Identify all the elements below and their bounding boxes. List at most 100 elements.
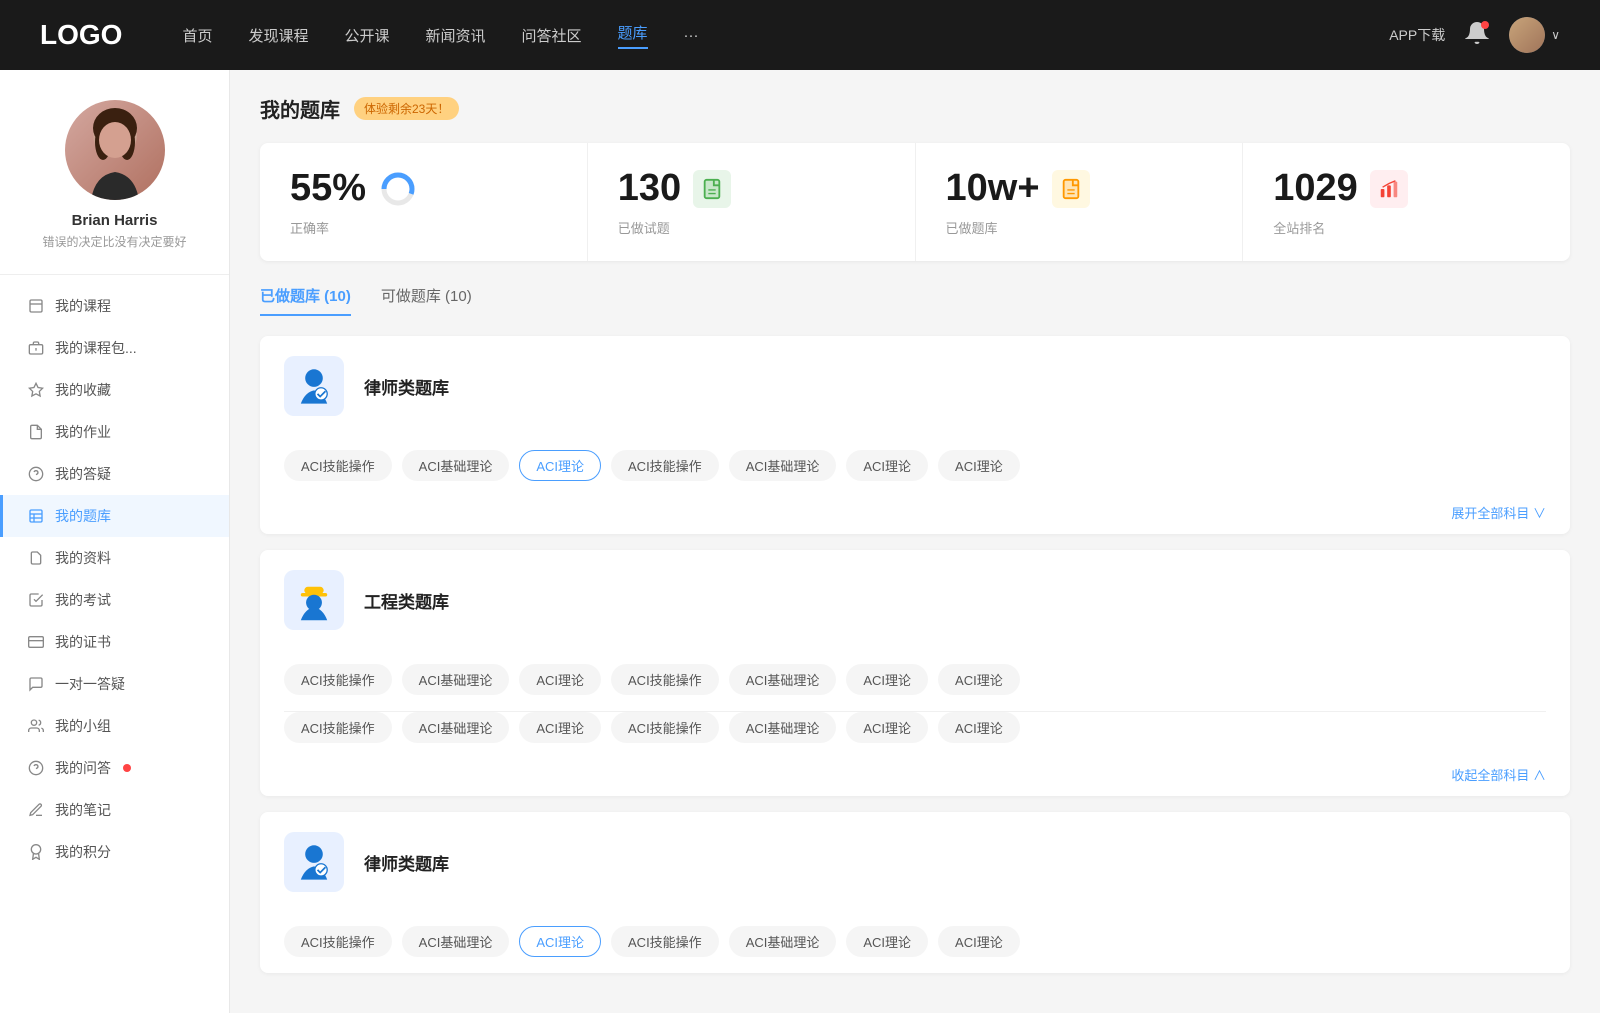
app-download-link[interactable]: APP下载 <box>1389 25 1445 45</box>
sidebar-label-cert: 我的证书 <box>55 632 111 652</box>
nav-link-discover[interactable]: 发现课程 <box>248 25 308 46</box>
tags-row-lawyer-1: ACI技能操作 ACI基础理论 ACI理论 ACI技能操作 ACI基础理论 AC… <box>260 450 1570 497</box>
lawyer-icon-2 <box>284 832 344 892</box>
tag-item-active[interactable]: ACI理论 <box>519 926 601 957</box>
nav-link-home[interactable]: 首页 <box>182 25 212 46</box>
tag-item[interactable]: ACI基础理论 <box>729 664 837 695</box>
tab-done[interactable]: 已做题库 (10) <box>260 285 351 316</box>
tag-item[interactable]: ACI基础理论 <box>729 926 837 957</box>
question-icon <box>27 465 45 483</box>
bank-title-engineer: 工程类题库 <box>364 588 449 613</box>
tag-item[interactable]: ACI基础理论 <box>402 664 510 695</box>
stat-accuracy-label: 正确率 <box>290 218 329 237</box>
collapse-link-engineer[interactable]: 收起全部科目 ∧ <box>260 759 1570 796</box>
stat-done-questions-label: 已做试题 <box>618 218 670 237</box>
sidebar-label-homework: 我的作业 <box>55 422 111 442</box>
tag-item[interactable]: ACI技能操作 <box>284 712 392 743</box>
package-icon <box>27 339 45 357</box>
sidebar-label-points: 我的积分 <box>55 842 111 862</box>
nav-link-more[interactable]: ··· <box>684 27 699 44</box>
chat-icon <box>27 675 45 693</box>
sidebar-item-qa[interactable]: 我的答疑 <box>0 453 229 495</box>
tag-item[interactable]: ACI基础理论 <box>729 450 837 481</box>
points-icon <box>27 843 45 861</box>
sidebar-item-course[interactable]: 我的课程 <box>0 285 229 327</box>
bank-title-lawyer-1: 律师类题库 <box>364 374 449 399</box>
nav-logo: LOGO <box>40 19 122 51</box>
stat-rank-value: 1029 <box>1273 167 1358 210</box>
sidebar-item-materials[interactable]: 我的资料 <box>0 537 229 579</box>
tag-item[interactable]: ACI理论 <box>938 450 1020 481</box>
tag-item[interactable]: ACI基础理论 <box>402 450 510 481</box>
cert-icon <box>27 633 45 651</box>
sidebar-item-points[interactable]: 我的积分 <box>0 831 229 873</box>
tab-available[interactable]: 可做题库 (10) <box>381 285 472 316</box>
avatar <box>65 100 165 200</box>
bank-section-lawyer-1: 律师类题库 ACI技能操作 ACI基础理论 ACI理论 ACI技能操作 ACI基… <box>260 336 1570 534</box>
group-icon <box>27 717 45 735</box>
lawyer-icon-1 <box>284 356 344 416</box>
tag-item[interactable]: ACI理论 <box>846 926 928 957</box>
qa-notification-dot <box>123 764 131 772</box>
nav-link-bank[interactable]: 题库 <box>618 22 648 49</box>
nav-link-qa[interactable]: 问答社区 <box>522 25 582 46</box>
nav-link-news[interactable]: 新闻资讯 <box>426 25 486 46</box>
sidebar-label-myqa: 我的问答 <box>55 758 111 778</box>
sidebar-item-notes[interactable]: 我的笔记 <box>0 789 229 831</box>
nav-link-open[interactable]: 公开课 <box>344 25 389 46</box>
tag-item[interactable]: ACI理论 <box>846 450 928 481</box>
tag-item[interactable]: ACI理论 <box>846 664 928 695</box>
avatar-chevron-icon: ∨ <box>1551 28 1560 42</box>
tag-item[interactable]: ACI基础理论 <box>402 926 510 957</box>
sidebar-item-homework[interactable]: 我的作业 <box>0 411 229 453</box>
tag-item[interactable]: ACI技能操作 <box>284 450 392 481</box>
page-header: 我的题库 体验剩余23天！ <box>260 94 1570 123</box>
doc-green-icon <box>693 170 731 208</box>
notification-dot <box>1481 21 1489 29</box>
tag-item[interactable]: ACI理论 <box>938 712 1020 743</box>
sidebar-item-package[interactable]: 我的课程包... <box>0 327 229 369</box>
sidebar-item-group[interactable]: 我的小组 <box>0 705 229 747</box>
nav-right: APP下载 ∨ <box>1389 17 1560 53</box>
bank-icon <box>27 507 45 525</box>
sidebar-item-bank[interactable]: 我的题库 <box>0 495 229 537</box>
sidebar-item-cert[interactable]: 我的证书 <box>0 621 229 663</box>
profile-area: Brian Harris 错误的决定比没有决定要好 <box>0 100 229 275</box>
navbar: LOGO 首页 发现课程 公开课 新闻资讯 问答社区 题库 ··· APP下载 … <box>0 0 1600 70</box>
stat-done-banks: 10w+ 已做题库 <box>916 143 1244 261</box>
user-avatar-wrap[interactable]: ∨ <box>1509 17 1560 53</box>
tag-item[interactable]: ACI理论 <box>938 664 1020 695</box>
sidebar-item-exam[interactable]: 我的考试 <box>0 579 229 621</box>
tag-item[interactable]: ACI技能操作 <box>611 450 719 481</box>
nav-links: 首页 发现课程 公开课 新闻资讯 问答社区 题库 ··· <box>182 22 1389 49</box>
tag-item[interactable]: ACI基础理论 <box>402 712 510 743</box>
notification-bell[interactable] <box>1465 21 1489 50</box>
sidebar-item-myqa[interactable]: 我的问答 <box>0 747 229 789</box>
sidebar-label-materials: 我的资料 <box>55 548 111 568</box>
tag-item[interactable]: ACI技能操作 <box>611 664 719 695</box>
tag-item[interactable]: ACI理论 <box>519 712 601 743</box>
tag-item[interactable]: ACI技能操作 <box>284 664 392 695</box>
tag-item-active[interactable]: ACI理论 <box>519 450 601 481</box>
tag-item[interactable]: ACI理论 <box>519 664 601 695</box>
tag-item[interactable]: ACI技能操作 <box>611 712 719 743</box>
doc-icon <box>27 549 45 567</box>
tag-item[interactable]: ACI理论 <box>846 712 928 743</box>
tag-item[interactable]: ACI基础理论 <box>729 712 837 743</box>
tag-item[interactable]: ACI技能操作 <box>611 926 719 957</box>
qa-icon <box>27 759 45 777</box>
bank-title-lawyer-2: 律师类题库 <box>364 850 449 875</box>
sidebar-label-package: 我的课程包... <box>55 338 137 358</box>
main-content: 我的题库 体验剩余23天！ 55% 正确率 <box>230 70 1600 1013</box>
expand-link-lawyer-1[interactable]: 展开全部科目 ∨ <box>260 497 1570 534</box>
tags-row-engineer-1: ACI技能操作 ACI基础理论 ACI理论 ACI技能操作 ACI基础理论 AC… <box>260 664 1570 711</box>
sidebar-item-1on1[interactable]: 一对一答疑 <box>0 663 229 705</box>
sidebar-item-favorites[interactable]: 我的收藏 <box>0 369 229 411</box>
stat-rank-label: 全站排名 <box>1273 218 1325 237</box>
tag-item[interactable]: ACI理论 <box>938 926 1020 957</box>
bank-section-engineer: 工程类题库 ACI技能操作 ACI基础理论 ACI理论 ACI技能操作 ACI基… <box>260 550 1570 796</box>
tag-item[interactable]: ACI技能操作 <box>284 926 392 957</box>
sidebar-label-group: 我的小组 <box>55 716 111 736</box>
stats-row: 55% 正确率 130 <box>260 143 1570 261</box>
trial-badge: 体验剩余23天！ <box>354 97 459 120</box>
